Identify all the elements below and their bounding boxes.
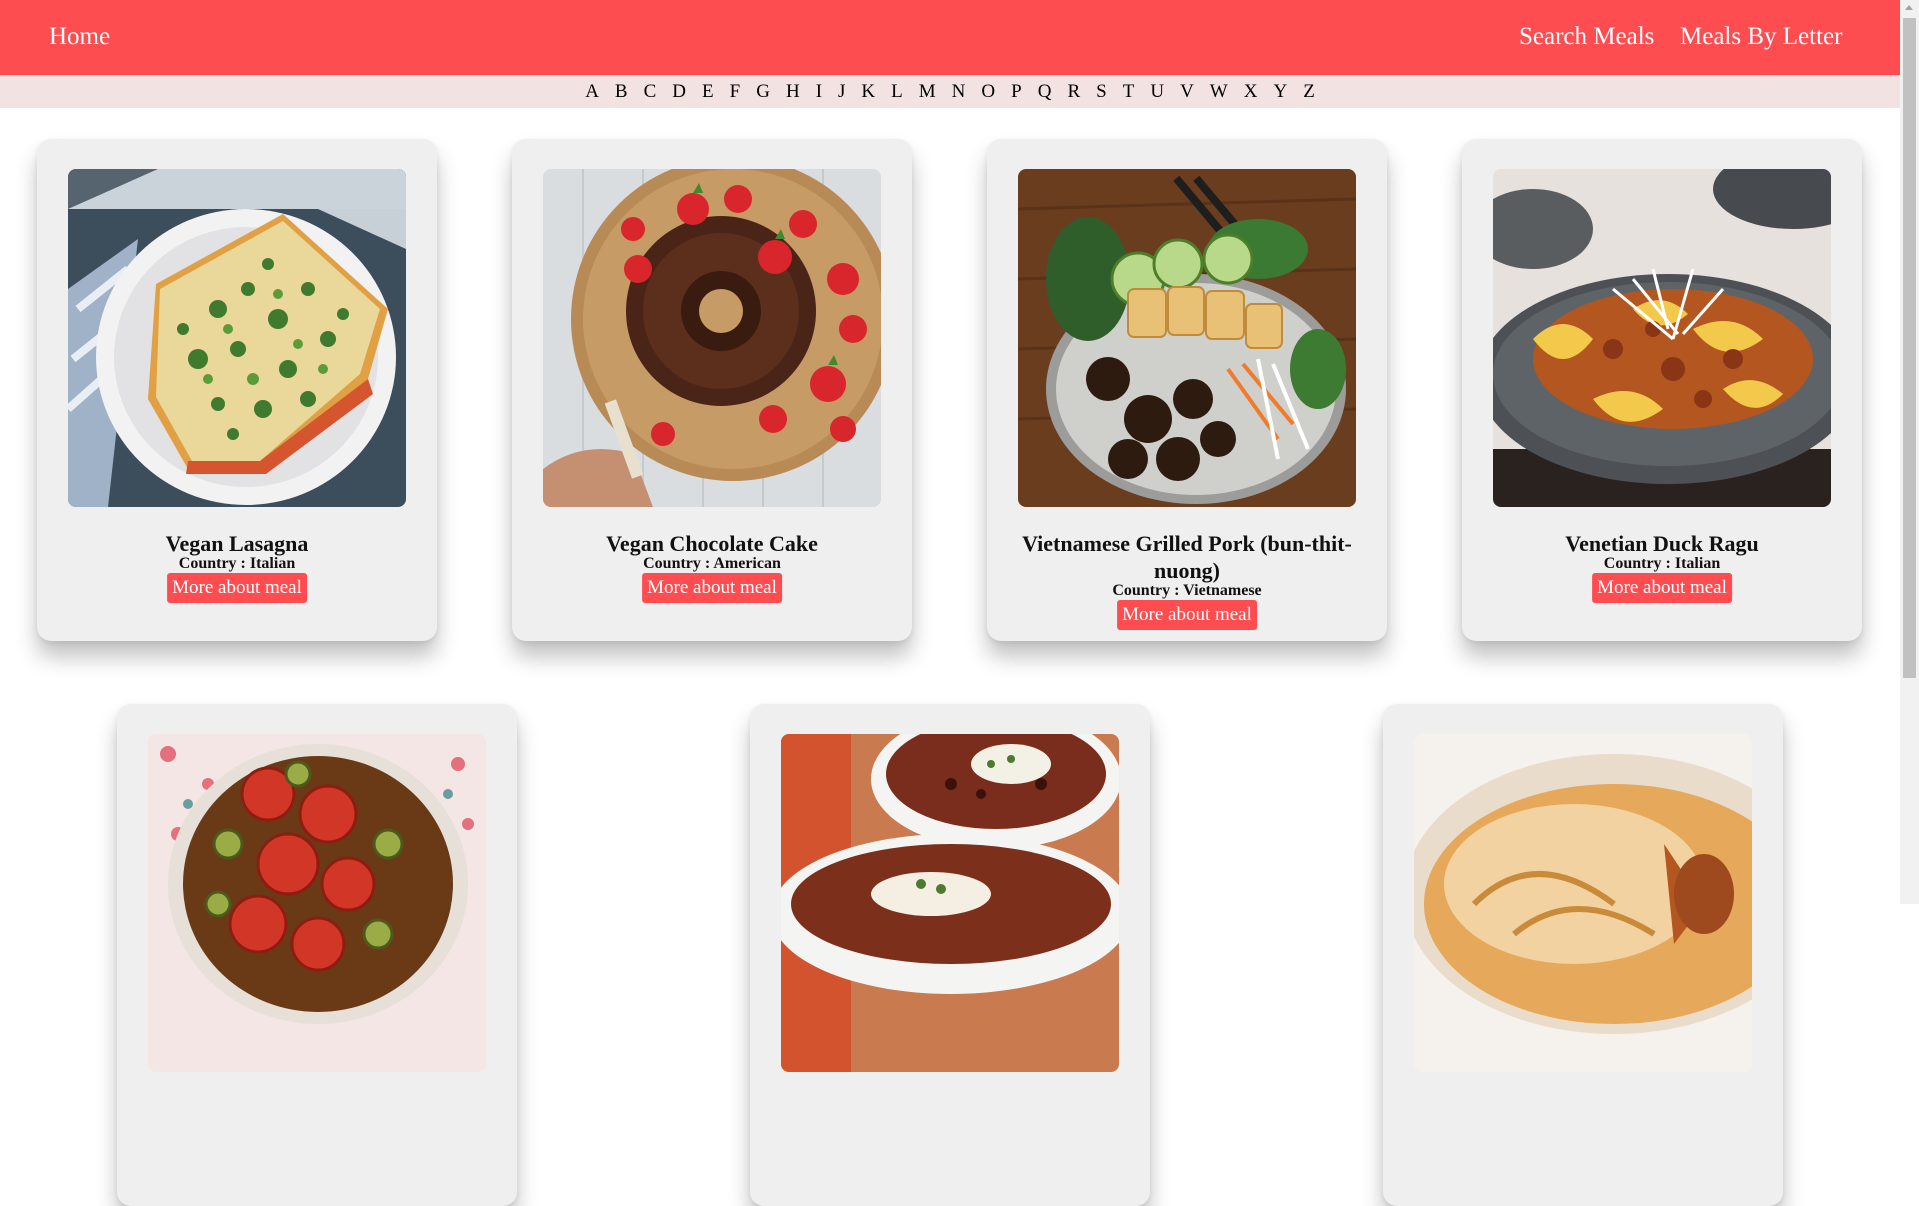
meal-country: Country : American <box>643 555 781 572</box>
nav-search-meals-link[interactable]: Search Meals <box>1519 21 1654 53</box>
meal-card: Venetian Duck Ragu Country : Italian Mor… <box>1462 139 1862 641</box>
meal-card: Vegan Lasagna Country : Italian More abo… <box>37 139 437 641</box>
letter-link-l[interactable]: L <box>891 75 903 108</box>
meal-photo <box>1493 169 1831 507</box>
letter-link-q[interactable]: Q <box>1038 75 1052 108</box>
top-navbar: Home Search Meals Meals By Letter <box>0 0 1900 75</box>
meal-country: Country : Vietnamese <box>1112 582 1262 599</box>
meal-card <box>1383 704 1783 1206</box>
more-about-meal-button[interactable]: More about meal <box>1117 600 1257 630</box>
scrollbar-thumb[interactable] <box>1903 18 1916 678</box>
meal-image <box>148 734 486 1072</box>
letter-link-w[interactable]: W <box>1210 75 1228 108</box>
letter-link-m[interactable]: M <box>919 75 936 108</box>
more-about-meal-button[interactable]: More about meal <box>1592 573 1732 603</box>
scroll-up-arrow-icon[interactable] <box>1905 5 1913 10</box>
nav-meals-by-letter-link[interactable]: Meals By Letter <box>1680 21 1842 53</box>
meal-photo <box>781 734 1119 1072</box>
letter-link-a[interactable]: A <box>585 75 599 108</box>
meal-photo <box>1414 734 1752 1072</box>
letter-link-g[interactable]: G <box>756 75 770 108</box>
letter-link-v[interactable]: V <box>1180 75 1194 108</box>
nav-home-link[interactable]: Home <box>49 21 110 53</box>
letter-link-s[interactable]: S <box>1096 75 1107 108</box>
letter-link-o[interactable]: O <box>981 75 995 108</box>
meal-image <box>1018 169 1356 507</box>
letter-link-h[interactable]: H <box>786 75 800 108</box>
meal-country: Country : Italian <box>1603 555 1721 572</box>
letter-link-e[interactable]: E <box>702 75 714 108</box>
more-about-meal-button[interactable]: More about meal <box>642 573 782 603</box>
meal-image <box>1414 734 1752 1072</box>
meal-card <box>117 704 517 1206</box>
meal-image <box>781 734 1119 1072</box>
meal-image <box>1493 169 1831 507</box>
letter-link-n[interactable]: N <box>952 75 966 108</box>
letter-link-b[interactable]: B <box>615 75 628 108</box>
more-about-meal-button[interactable]: More about meal <box>167 573 307 603</box>
letter-link-c[interactable]: C <box>644 75 657 108</box>
meal-title: Vegan Lasagna <box>165 531 309 556</box>
meal-image <box>68 169 406 507</box>
meal-card <box>750 704 1150 1206</box>
letter-link-r[interactable]: R <box>1067 75 1080 108</box>
vertical-scrollbar[interactable] <box>1900 0 1919 904</box>
meal-country: Country : Italian <box>178 555 296 572</box>
meal-photo <box>148 734 486 1072</box>
letter-link-t[interactable]: T <box>1123 75 1135 108</box>
letter-link-x[interactable]: X <box>1244 75 1258 108</box>
meal-title: Vietnamese Grilled Pork (bun-thit-nuong) <box>1022 531 1352 583</box>
meal-photo <box>543 169 881 507</box>
letter-link-k[interactable]: K <box>861 75 875 108</box>
meal-title: Vegan Chocolate Cake <box>606 531 818 556</box>
letter-link-f[interactable]: F <box>730 75 741 108</box>
meal-photo <box>1018 169 1356 507</box>
meal-card: Vegan Chocolate Cake Country : American … <box>512 139 912 641</box>
meal-card: Vietnamese Grilled Pork (bun-thit-nuong)… <box>987 139 1387 641</box>
meal-title: Venetian Duck Ragu <box>1565 531 1759 556</box>
letter-link-p[interactable]: P <box>1011 75 1022 108</box>
letter-filter-bar: A B C D E F G H I J K L M N O P Q R S T … <box>0 75 1900 108</box>
letter-link-u[interactable]: U <box>1150 75 1164 108</box>
letter-link-y[interactable]: Y <box>1273 75 1287 108</box>
letter-link-i[interactable]: I <box>816 75 822 108</box>
letter-link-z[interactable]: Z <box>1303 75 1315 108</box>
meal-photo <box>68 169 406 507</box>
letter-link-j[interactable]: J <box>838 75 845 108</box>
letter-link-d[interactable]: D <box>672 75 686 108</box>
meal-image <box>543 169 881 507</box>
